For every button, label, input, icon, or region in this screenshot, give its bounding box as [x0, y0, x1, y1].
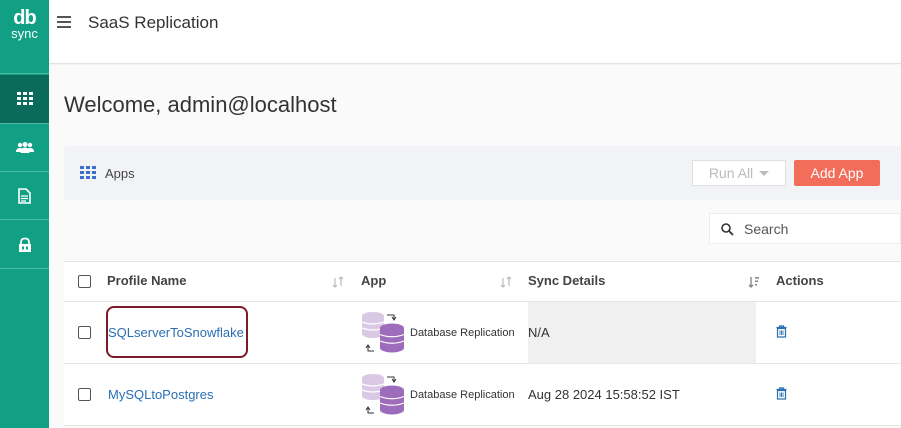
apps-panel-header: Apps Run All Add App — [64, 146, 901, 200]
column-header-profile-name[interactable]: Profile Name — [107, 262, 354, 301]
grid-icon — [16, 92, 33, 105]
table-header-row: Profile Name App Sync Details Actions — [64, 261, 901, 302]
row-checkbox[interactable] — [77, 388, 91, 401]
sync-details-cell: Aug 28 2024 15:58:52 IST — [528, 364, 756, 425]
select-all-cell — [64, 262, 104, 301]
column-header-label: Profile Name — [107, 273, 187, 288]
profile-link[interactable]: MySQLtoPostgres — [108, 387, 214, 402]
profile-name-cell: MySQLtoPostgres — [108, 364, 348, 425]
sidebar-item-docs[interactable] — [0, 172, 49, 220]
search-input[interactable] — [744, 219, 894, 239]
row-checkbox[interactable] — [77, 326, 91, 339]
trash-icon[interactable] — [776, 387, 787, 400]
database-replication-icon — [361, 311, 405, 352]
sidebar-item-users[interactable] — [0, 124, 49, 172]
database-replication-icon — [361, 373, 405, 414]
column-header-sync-details[interactable]: Sync Details — [528, 262, 754, 301]
lock-icon — [18, 237, 31, 252]
highlight-annotation — [106, 306, 248, 358]
sync-details-text: Aug 28 2024 15:58:52 IST — [528, 387, 680, 402]
column-header-actions: Actions — [776, 262, 896, 301]
sort-desc-icon[interactable] — [748, 276, 760, 288]
document-icon — [18, 188, 31, 204]
sync-details-cell: N/A — [528, 302, 756, 363]
sidebar-item-security[interactable] — [0, 221, 49, 269]
sidebar-item-apps[interactable] — [0, 75, 49, 123]
column-header-label: App — [361, 273, 387, 288]
add-app-button[interactable]: Add App — [794, 160, 880, 186]
sync-details-text: N/A — [528, 325, 550, 340]
nav-divider — [0, 219, 49, 220]
hamburger-menu-icon[interactable] — [57, 16, 71, 28]
page-title: Welcome, admin@localhost — [64, 92, 337, 117]
main-content: Welcome, admin@localhost Apps Run All Ad… — [49, 65, 901, 428]
dbsync-logo[interactable]: db sync — [0, 0, 49, 48]
chevron-down-icon — [759, 170, 770, 176]
sort-icon[interactable] — [500, 276, 512, 288]
trash-icon[interactable] — [776, 325, 787, 338]
sort-icon[interactable] — [332, 276, 344, 288]
nav-divider — [0, 73, 49, 74]
search-icon — [721, 223, 734, 236]
app-name: Database Replication — [410, 326, 515, 339]
run-all-label: Run All — [708, 165, 754, 181]
app-cell: Database Replication — [361, 302, 521, 363]
column-header-app[interactable]: App — [361, 262, 521, 301]
apps-grid-icon — [80, 166, 96, 179]
users-icon — [15, 142, 34, 153]
column-header-label: Sync Details — [528, 273, 606, 288]
app-name: Database Replication — [410, 388, 515, 401]
logo-line-2: sync — [11, 25, 38, 41]
apps-label: Apps — [105, 166, 135, 181]
app-cell: Database Replication — [361, 364, 521, 425]
nav-divider — [0, 268, 49, 269]
column-header-label: Actions — [776, 273, 824, 288]
sidebar: db sync — [0, 0, 49, 428]
app-title: SaaS Replication — [88, 13, 219, 32]
row-select-cell — [64, 302, 104, 363]
logo-line-1: db — [13, 6, 36, 29]
run-all-button[interactable]: Run All — [692, 160, 786, 186]
search-box — [709, 213, 901, 244]
top-bar: SaaS Replication — [49, 0, 901, 64]
table-row: MySQLtoPostgres Database Replication Aug… — [64, 364, 901, 426]
row-select-cell — [64, 364, 104, 425]
select-all-checkbox[interactable] — [77, 275, 91, 288]
table-row: SQLserverToSnowflake Database Replicatio… — [64, 302, 901, 364]
